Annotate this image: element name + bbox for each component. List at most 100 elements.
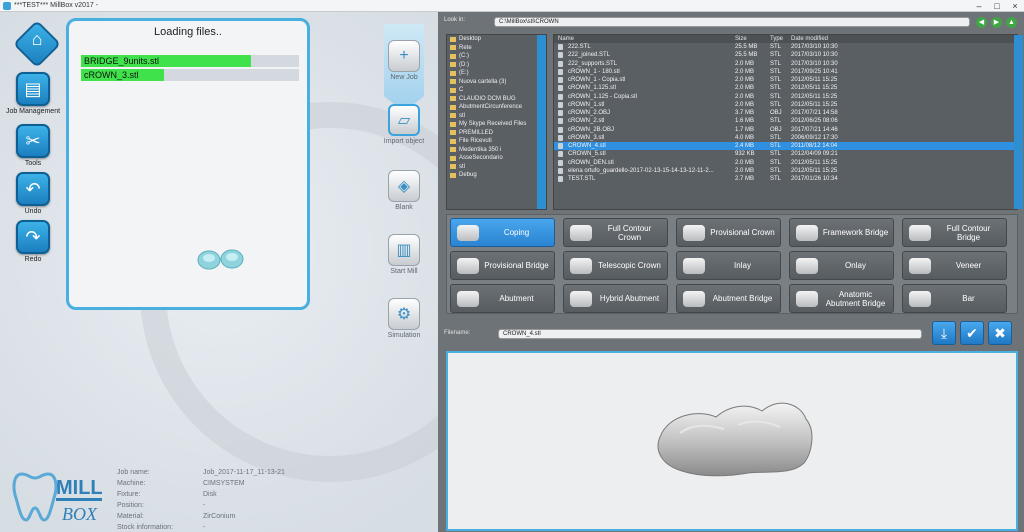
type-button[interactable]: Hybrid Abutment xyxy=(563,284,668,313)
file-name: 222.STL xyxy=(554,43,735,51)
folder-item[interactable]: Desktop xyxy=(447,35,546,44)
undo-button[interactable]: ↶ Undo xyxy=(16,172,50,215)
type-button[interactable]: Telescopic Crown xyxy=(563,251,668,280)
restoration-icon xyxy=(796,224,818,241)
type-button[interactable]: Provisional Bridge xyxy=(450,251,555,280)
folder-tree[interactable]: Desktop Rete (C:) (D:) (E:) Nuova cartella (3… xyxy=(446,34,547,210)
start-mill-button[interactable]: ▥ Start Mill xyxy=(379,234,429,275)
simulation-button[interactable]: ⚙ Simulation xyxy=(379,298,429,339)
column-type[interactable]: Type xyxy=(770,35,791,43)
restoration-icon xyxy=(683,290,705,307)
file-row[interactable]: cROWN_1 - 180.stl 2.0 MB STL 2017/09/25 10:… xyxy=(554,68,1017,76)
folder-item[interactable]: My Skype Received Files xyxy=(447,120,546,129)
type-button[interactable]: Coping xyxy=(450,218,555,247)
folder-item[interactable]: (C:) xyxy=(447,52,546,61)
file-date: 2006/09/12 17:30 xyxy=(791,134,838,141)
tree-scrollbar[interactable] xyxy=(537,35,546,209)
file-icon xyxy=(558,68,563,75)
folder-item[interactable]: stl xyxy=(447,163,546,172)
file-row[interactable]: CROWN_5.stl 932 KB STL 2012/04/09 09:21 xyxy=(554,150,1017,158)
type-button[interactable]: Full Contour Crown xyxy=(563,218,668,247)
type-button[interactable]: Abutment Bridge xyxy=(676,284,781,313)
file-name: cROWN_1 - 180.stl xyxy=(554,68,735,76)
file-row[interactable]: TEST.STL 2.7 MB STL 2017/01/26 10:34 xyxy=(554,175,1017,183)
file-row[interactable]: cROWN_3.stl 4.0 MB STL 2006/09/12 17:30 xyxy=(554,134,1017,142)
file-row[interactable]: CROWN_4.stl 2.4 MB STL 2011/08/12 14:04 xyxy=(554,142,1017,151)
confirm-button[interactable]: ✔ xyxy=(960,321,984,345)
file-row[interactable]: elena ortufo_guardello-2017-02-13-15-14-… xyxy=(554,167,1017,175)
file-row[interactable]: cROWN_DEN.stl 2.0 MB STL 2012/05/11 15:25 xyxy=(554,159,1017,167)
file-row[interactable]: 222.STL 25.5 MB STL 2017/03/10 10:30 xyxy=(554,43,1017,51)
path-field[interactable]: C:\MillBox\stl\CROWN xyxy=(494,17,970,27)
type-button[interactable]: Anatomic Abutment Bridge xyxy=(789,284,894,313)
file-name: 222_supports.STL xyxy=(554,60,735,68)
folder-icon xyxy=(450,147,456,153)
file-row[interactable]: cROWN_1.125.stl 2.0 MB STL 2012/05/11 15:25 xyxy=(554,84,1017,92)
folder-item[interactable]: (D:) xyxy=(447,61,546,70)
folder-item[interactable]: Debug xyxy=(447,171,546,180)
type-button[interactable]: Onlay xyxy=(789,251,894,280)
forward-arrow-icon[interactable]: ▶ xyxy=(991,17,1002,28)
column-name[interactable]: Name xyxy=(554,35,735,43)
restoration-icon xyxy=(457,224,479,241)
maximize-icon[interactable]: □ xyxy=(988,0,1006,12)
file-icon xyxy=(558,176,563,183)
restoration-icon xyxy=(796,257,818,274)
minimize-icon[interactable]: – xyxy=(970,0,988,12)
job-management-button[interactable]: ▤ Job Management xyxy=(1,72,65,115)
folder-item[interactable]: AsseSecondario xyxy=(447,154,546,163)
folder-item[interactable]: Nuova cartella (3) xyxy=(447,78,546,87)
folder-icon xyxy=(450,113,456,119)
type-button[interactable]: Inlay xyxy=(676,251,781,280)
import-object-button[interactable]: ▱ Import object xyxy=(379,104,429,145)
blank-button[interactable]: ◈ Blank xyxy=(379,170,429,211)
logo-text-bottom: BOX xyxy=(62,504,98,524)
column-size[interactable]: Size xyxy=(735,35,770,43)
file-row[interactable]: cROWN_2B.OBJ 1.7 MB OBJ 2017/07/21 14:46 xyxy=(554,126,1017,134)
close-icon[interactable]: × xyxy=(1006,0,1024,12)
folder-item[interactable]: C xyxy=(447,86,546,95)
file-icon xyxy=(558,118,563,125)
download-button[interactable]: ⤓ xyxy=(932,321,956,345)
back-arrow-icon[interactable]: ◀ xyxy=(976,17,987,28)
file-row[interactable]: cROWN_2.stl 1.6 MB STL 2012/06/25 08:06 xyxy=(554,117,1017,125)
file-row[interactable]: cROWN_2.OBJ 3.7 MB OBJ 2017/07/21 14:58 xyxy=(554,109,1017,117)
folder-item[interactable]: CLAUDIO DCM BUG xyxy=(447,95,546,104)
column-date[interactable]: Date modified xyxy=(791,35,1001,43)
folder-item[interactable]: AbutmentCircunference xyxy=(447,103,546,112)
folder-label: PREMILLED xyxy=(459,129,494,136)
file-row[interactable]: cROWN_1.125 - Copia.stl 2.0 MB STL 2012/05/… xyxy=(554,93,1017,101)
type-button[interactable]: Full Contour Bridge xyxy=(902,218,1007,247)
type-button[interactable]: Provisional Crown xyxy=(676,218,781,247)
type-button[interactable]: Abutment xyxy=(450,284,555,313)
info-value: Job_2017-11-17_11-13-21 xyxy=(203,469,285,476)
check-icon: ✔ xyxy=(966,324,978,341)
folder-item[interactable]: (E:) xyxy=(447,69,546,78)
file-row[interactable]: 222_supports.STL 2.0 MB STL 2017/03/10 10:3… xyxy=(554,60,1017,68)
type-button[interactable]: Framework Bridge xyxy=(789,218,894,247)
cancel-button[interactable]: ✖ xyxy=(988,321,1012,345)
folder-item[interactable]: stl xyxy=(447,112,546,121)
type-button[interactable]: Bar xyxy=(902,284,1007,313)
model-preview[interactable] xyxy=(446,351,1018,531)
file-type: STL xyxy=(770,52,782,59)
file-icon xyxy=(558,52,563,59)
folder-item[interactable]: File Ricevuti xyxy=(447,137,546,146)
new-job-button[interactable]: + New Job xyxy=(379,40,429,81)
file-row[interactable]: 222_joined.STL 25.5 MB STL 2017/03/10 10:30 xyxy=(554,51,1017,59)
up-arrow-icon[interactable]: ▲ xyxy=(1006,17,1017,28)
file-list[interactable]: Name Size Type Date modified 222.STL 25.5… xyxy=(553,34,1018,210)
folder-label: AsseSecondario xyxy=(459,155,503,161)
restoration-icon xyxy=(457,257,479,274)
filename-field[interactable]: CROWN_4.stl xyxy=(498,329,922,339)
redo-button[interactable]: ↷ Redo xyxy=(16,220,50,263)
folder-item[interactable]: PREMILLED xyxy=(447,129,546,138)
file-row[interactable]: cROWN_1.stl 2.0 MB STL 2012/05/11 15:25 xyxy=(554,101,1017,109)
home-button[interactable]: ⌂ xyxy=(12,19,62,71)
tools-button[interactable]: ✂ Tools xyxy=(16,124,50,167)
folder-item[interactable]: Rete xyxy=(447,44,546,53)
file-row[interactable]: cROWN_1 - Copia.stl 2.0 MB STL 2012/05/11 1… xyxy=(554,76,1017,84)
file-list-scrollbar[interactable] xyxy=(1014,35,1023,209)
folder-item[interactable]: Medentika 350 i xyxy=(447,146,546,155)
type-button[interactable]: Veneer xyxy=(902,251,1007,280)
